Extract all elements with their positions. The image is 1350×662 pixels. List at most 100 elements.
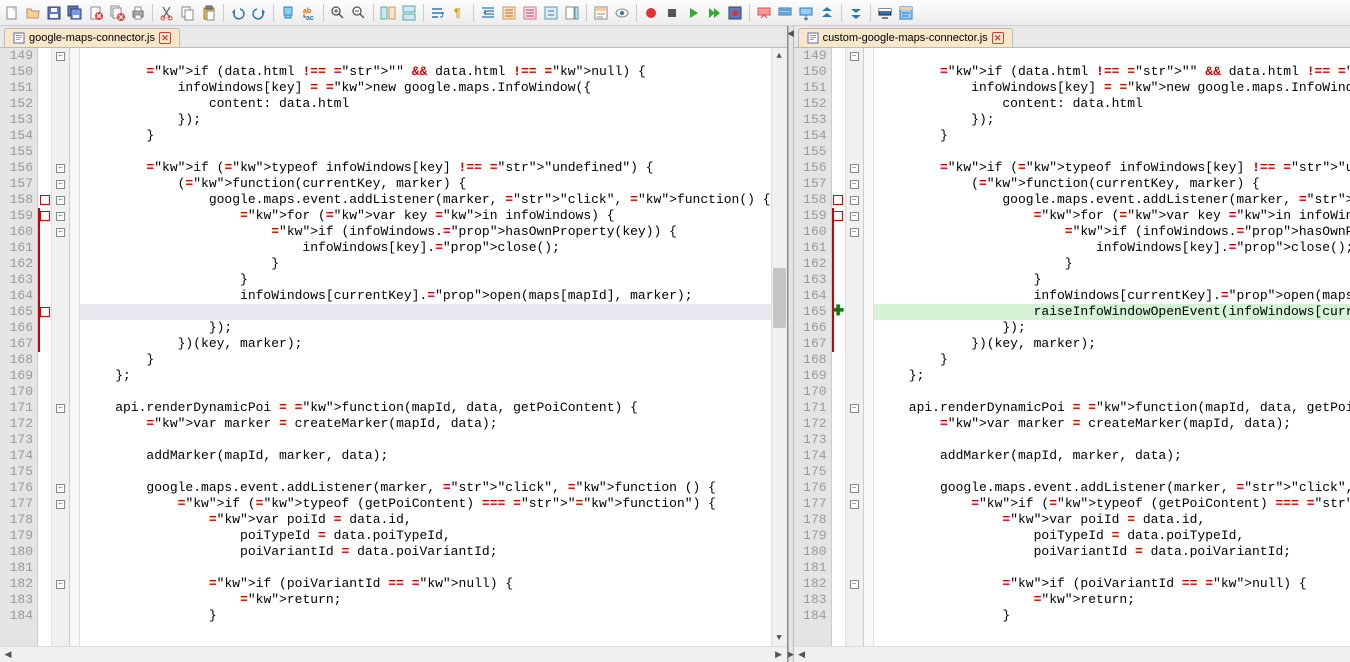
- code-line[interactable]: content: data.html: [874, 96, 1350, 112]
- scroll-up-icon[interactable]: ▲: [772, 48, 787, 64]
- fold-toggle-icon[interactable]: −: [56, 180, 65, 189]
- code-line[interactable]: poiVariantId = data.poiVariantId;: [80, 544, 771, 560]
- zoom-in-icon[interactable]: [328, 3, 348, 23]
- code-line[interactable]: }: [80, 256, 771, 272]
- code-line[interactable]: })(key, marker);: [874, 336, 1350, 352]
- code-line[interactable]: ="kw">if (poiVariantId == ="kw">null) {: [874, 576, 1350, 592]
- code-line[interactable]: });: [80, 112, 771, 128]
- code-line[interactable]: }: [80, 608, 771, 624]
- code-line[interactable]: addMarker(mapId, marker, data);: [874, 448, 1350, 464]
- play-macro-icon[interactable]: [683, 3, 703, 23]
- code-line[interactable]: (="kw">function(currentKey, marker) {: [874, 176, 1350, 192]
- code-line[interactable]: infoWindows[key].="prop">close();: [874, 240, 1350, 256]
- fold-toggle-icon[interactable]: −: [850, 180, 859, 189]
- tab-close-icon[interactable]: ✕: [992, 32, 1004, 44]
- scroll-thumb[interactable]: [773, 268, 786, 328]
- code-line[interactable]: }: [874, 256, 1350, 272]
- unfold-all-icon[interactable]: [520, 3, 540, 23]
- right-editor[interactable]: 1491501511521531541551561571581591601611…: [794, 48, 1350, 646]
- code-line[interactable]: addMarker(mapId, marker, data);: [80, 448, 771, 464]
- code-line[interactable]: ="kw">var marker = createMarker(mapId, d…: [874, 416, 1350, 432]
- fold-toggle-icon[interactable]: −: [850, 500, 859, 509]
- fold-toggle-icon[interactable]: −: [850, 228, 859, 237]
- copy-icon[interactable]: [178, 3, 198, 23]
- code-line[interactable]: [80, 384, 771, 400]
- code-line[interactable]: api.renderDynamicPoi = ="kw">function(ma…: [874, 400, 1350, 416]
- code-line[interactable]: [80, 432, 771, 448]
- scroll-left-icon[interactable]: ◀: [0, 647, 16, 662]
- code-line[interactable]: infoWindows[key].="prop">close();: [80, 240, 771, 256]
- code-line[interactable]: (="kw">function(currentKey, marker) {: [80, 176, 771, 192]
- code-line[interactable]: [80, 144, 771, 160]
- code-line[interactable]: infoWindows[key] = ="kw">new google.maps…: [874, 80, 1350, 96]
- show-all-icon[interactable]: ¶: [449, 3, 469, 23]
- code-line[interactable]: };: [80, 368, 771, 384]
- code-line[interactable]: }: [874, 352, 1350, 368]
- fold-toggle-icon[interactable]: −: [850, 164, 859, 173]
- left-editor[interactable]: 1491501511521531541551561571581591601611…: [0, 48, 787, 646]
- fold-toggle-icon[interactable]: −: [56, 212, 65, 221]
- hscrollbar[interactable]: ◀ ▶: [794, 646, 1350, 662]
- code-line[interactable]: [80, 304, 771, 320]
- code-line[interactable]: infoWindows[currentKey].="prop">open(map…: [80, 288, 771, 304]
- code-line[interactable]: content: data.html: [80, 96, 771, 112]
- code-line[interactable]: poiVariantId = data.poiVariantId;: [874, 544, 1350, 560]
- open-file-icon[interactable]: [23, 3, 43, 23]
- code-line[interactable]: })(key, marker);: [80, 336, 771, 352]
- code-line[interactable]: };: [874, 368, 1350, 384]
- code-line[interactable]: ="kw">if (poiVariantId == ="kw">null) {: [80, 576, 771, 592]
- fold-toggle-icon[interactable]: −: [850, 52, 859, 61]
- code-line[interactable]: }: [874, 608, 1350, 624]
- code-line[interactable]: google.maps.event.addListener(marker, ="…: [80, 480, 771, 496]
- fold-toggle-icon[interactable]: −: [850, 404, 859, 413]
- code-line[interactable]: [874, 384, 1350, 400]
- code-line[interactable]: [874, 144, 1350, 160]
- fold-toggle-icon[interactable]: −: [56, 404, 65, 413]
- hscrollbar[interactable]: ◀ ▶: [0, 646, 787, 662]
- fold-toggle-icon[interactable]: −: [56, 228, 65, 237]
- code-line[interactable]: google.maps.event.addListener(marker, ="…: [874, 192, 1350, 208]
- cut-icon[interactable]: [157, 3, 177, 23]
- code-line[interactable]: ="kw">if (="kw">typeof (getPoiContent) =…: [874, 496, 1350, 512]
- code-line[interactable]: google.maps.event.addListener(marker, ="…: [874, 480, 1350, 496]
- collapse-icon[interactable]: [541, 3, 561, 23]
- code-line[interactable]: ="kw">var marker = createMarker(mapId, d…: [80, 416, 771, 432]
- code-line[interactable]: poiTypeId = data.poiTypeId,: [874, 528, 1350, 544]
- code-line[interactable]: api.renderDynamicPoi = ="kw">function(ma…: [80, 400, 771, 416]
- code-line[interactable]: poiTypeId = data.poiTypeId,: [80, 528, 771, 544]
- code-line[interactable]: });: [874, 112, 1350, 128]
- save-all-icon[interactable]: [65, 3, 85, 23]
- print-icon[interactable]: [128, 3, 148, 23]
- code-line[interactable]: google.maps.event.addListener(marker, ="…: [80, 192, 771, 208]
- fold-toggle-icon[interactable]: −: [850, 212, 859, 221]
- code-line[interactable]: ="kw">return;: [80, 592, 771, 608]
- find-icon[interactable]: [278, 3, 298, 23]
- scroll-down-icon[interactable]: ▼: [772, 630, 787, 646]
- code-line[interactable]: ="kw">if (data.html !== ="str">"" && dat…: [874, 64, 1350, 80]
- play-multi-icon[interactable]: [704, 3, 724, 23]
- fold-toggle-icon[interactable]: −: [56, 164, 65, 173]
- fold-toggle-icon[interactable]: −: [56, 52, 65, 61]
- redo-icon[interactable]: [249, 3, 269, 23]
- show-whitespace-icon[interactable]: [612, 3, 632, 23]
- doc-map-icon[interactable]: [562, 3, 582, 23]
- scroll-left-icon[interactable]: ◀: [794, 647, 810, 662]
- indent-guide-icon[interactable]: [478, 3, 498, 23]
- code-line[interactable]: ="kw">for (="kw">var key ="kw">in infoWi…: [874, 208, 1350, 224]
- code-line[interactable]: [874, 464, 1350, 480]
- undo-icon[interactable]: [228, 3, 248, 23]
- code-line[interactable]: ="kw">if (infoWindows.="prop">hasOwnProp…: [874, 224, 1350, 240]
- code-line[interactable]: infoWindows[key] = ="kw">new google.maps…: [80, 80, 771, 96]
- monitor-icon[interactable]: [875, 3, 895, 23]
- func-list-icon[interactable]: [591, 3, 611, 23]
- sync-v-icon[interactable]: [378, 3, 398, 23]
- code-line[interactable]: ="kw">if (="kw">typeof infoWindows[key] …: [874, 160, 1350, 176]
- code-line[interactable]: }: [874, 128, 1350, 144]
- record-macro-icon[interactable]: [641, 3, 661, 23]
- fold-toggle-icon[interactable]: −: [56, 484, 65, 493]
- new-file-icon[interactable]: [2, 3, 22, 23]
- save-macro-icon[interactable]: [725, 3, 745, 23]
- stop-macro-icon[interactable]: [662, 3, 682, 23]
- code-line[interactable]: ="kw">var poiId = data.id,: [874, 512, 1350, 528]
- close-icon[interactable]: [86, 3, 106, 23]
